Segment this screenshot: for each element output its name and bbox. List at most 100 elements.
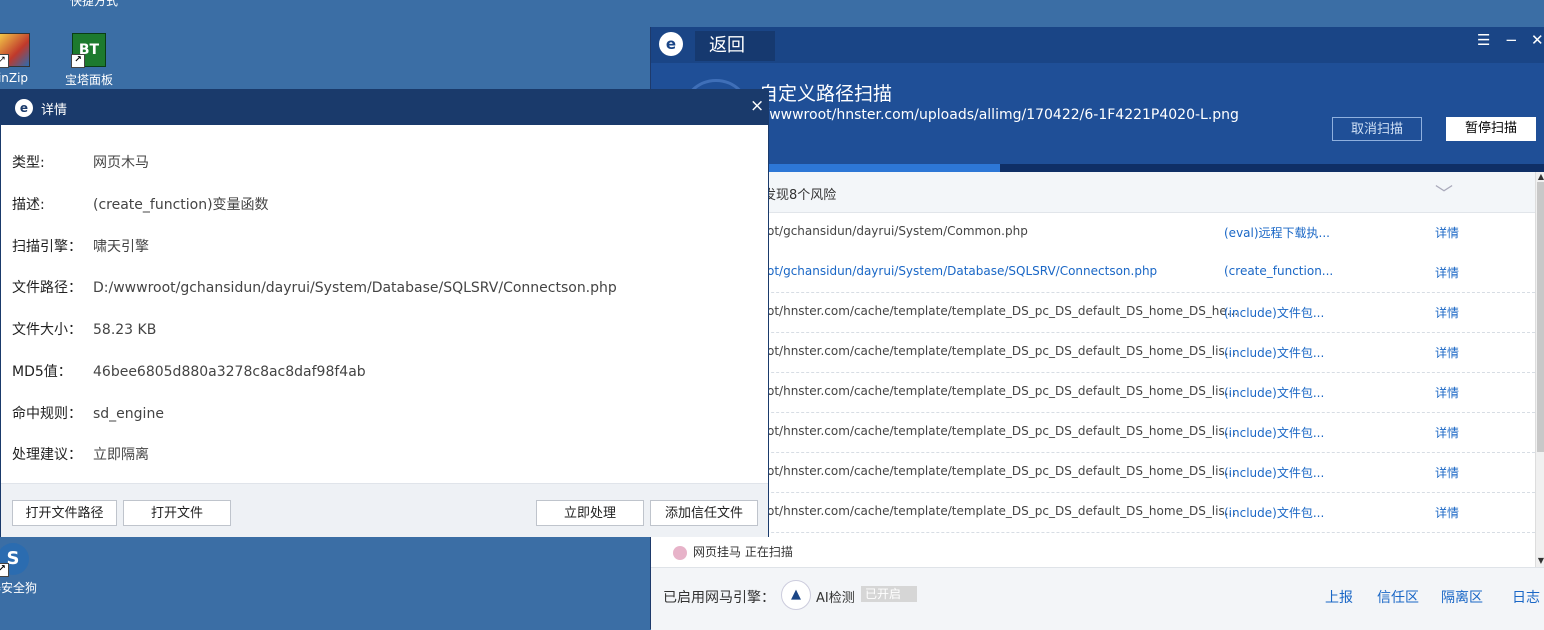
result-row[interactable]: ot/gchansidun/dayrui/System/Common.php (… (651, 212, 1535, 253)
ai-status-badge[interactable]: 已开启 (861, 586, 917, 602)
add-trust-file-button[interactable]: 添加信任文件 (650, 500, 758, 526)
result-type: (include)文件包... (1224, 426, 1325, 440)
menu-icon[interactable]: ☰ (1477, 31, 1490, 49)
field-value: 网页木马 (93, 155, 149, 171)
results-header[interactable]: 发现8个风险 ﹀ (651, 172, 1535, 213)
field-label: MD5值： (12, 364, 72, 380)
desktop-icon-winzip[interactable]: ↗ inZip (0, 33, 48, 85)
desktop-icon-label: inZip (0, 71, 29, 85)
winzip-icon: ↗ (0, 33, 30, 68)
field-label: 文件路径： (12, 280, 82, 296)
dialog-footer: 打开文件路径 打开文件 立即处理 添加信任文件 (1, 483, 768, 537)
ai-engine-icon: ▲ (781, 580, 811, 610)
result-row-selected[interactable]: ot/gchansidun/dayrui/System/Database/SQL… (651, 252, 1535, 293)
result-path: ot/hnster.com/cache/template/template_DS… (767, 424, 1237, 438)
app-logo-icon: e (15, 99, 33, 117)
desktop-icon-label: 器安全狗 (0, 581, 37, 595)
chevron-down-icon[interactable]: ﹀ (1435, 180, 1453, 206)
minimize-icon[interactable]: − (1505, 31, 1518, 49)
result-row[interactable]: ot/hnster.com/cache/template/template_DS… (651, 332, 1535, 373)
result-detail-link[interactable]: 详情 (1435, 344, 1459, 361)
scroll-up-icon[interactable]: ▲ (1536, 172, 1544, 182)
result-type: (eval)远程下载执... (1224, 226, 1330, 240)
result-row[interactable]: ot/hnster.com/cache/template/template_DS… (651, 492, 1535, 533)
scan-current-path: t/wwwroot/hnster.com/uploads/allimg/1704… (759, 107, 1239, 123)
cancel-scan-button[interactable]: 取消扫描 (1332, 117, 1422, 141)
result-type: (include)文件包... (1224, 386, 1325, 400)
result-type: (include)文件包... (1224, 466, 1325, 480)
field-label: 处理建议： (12, 447, 82, 463)
risk-count: 发现8个风险 (763, 188, 837, 203)
field-label: 文件大小： (12, 322, 82, 338)
field-label: 描述: (12, 197, 45, 213)
detail-dialog: e 详情 × 类型: 网页木马 描述: (create_function)变量函数 … (0, 89, 769, 537)
field-value: 立即隔离 (93, 447, 149, 463)
dialog-titlebar: e 详情 × (1, 90, 768, 125)
scan-status: 网页挂马 正在扫描 (673, 543, 793, 560)
result-row[interactable]: ot/hnster.com/cache/template/template_DS… (651, 372, 1535, 413)
result-row[interactable]: ot/hnster.com/cache/template/template_DS… (651, 452, 1535, 493)
handle-now-button[interactable]: 立即处理 (536, 500, 644, 526)
result-row[interactable]: ot/hnster.com/cache/template/template_DS… (651, 412, 1535, 453)
result-detail-link[interactable]: 详情 (1435, 424, 1459, 441)
quarantine-link[interactable]: 隔离区 (1441, 587, 1483, 607)
result-path: ot/hnster.com/cache/template/template_DS… (767, 304, 1239, 318)
engine-label: 已启用网马引擎： (663, 590, 775, 606)
result-detail-link[interactable]: 详情 (1435, 384, 1459, 401)
ai-detect-label: AI检测 (816, 591, 855, 606)
field-value: 46bee6805d880a3278c8ac8daf98f4ab (93, 364, 366, 380)
result-type: (include)文件包... (1224, 506, 1325, 520)
field-engine: 扫描引擎： 啸天引擎 (12, 236, 149, 256)
scanner-window: e 返回 ☰ − ✕ 自定义路径扫描 t/wwwroot/hnster.com/… (650, 27, 1544, 630)
app-logo-icon: e (659, 32, 683, 56)
scan-title: 自定义路径扫描 (759, 83, 893, 105)
results-list: 发现8个风险 ﹀ ot/gchansidun/dayrui/System/Com… (651, 172, 1535, 567)
result-path: ot/gchansidun/dayrui/System/Database/SQL… (767, 264, 1158, 278)
field-label: 命中规则： (12, 406, 82, 422)
result-type: (create_function... (1224, 264, 1334, 278)
close-icon[interactable]: × (750, 96, 764, 116)
result-detail-link[interactable]: 详情 (1435, 504, 1459, 521)
back-button[interactable]: 返回 (695, 31, 775, 61)
field-label: 类型: (12, 155, 45, 171)
desktop-icon-bt-panel[interactable]: BT ↗ 宝塔面板 (54, 33, 124, 88)
result-type: (include)文件包... (1224, 346, 1325, 360)
scrollbar-thumb[interactable] (1537, 182, 1544, 452)
desktop-icon-safedog[interactable]: S↗ 器安全狗 (0, 543, 48, 596)
field-suggestion: 处理建议： 立即隔离 (12, 444, 149, 464)
desktop-caption: 快捷方式 (70, 0, 119, 8)
log-link[interactable]: 日志 (1512, 587, 1540, 607)
field-rule: 命中规则： sd_engine (12, 403, 164, 423)
field-value: sd_engine (93, 406, 164, 422)
result-detail-link[interactable]: 详情 (1435, 224, 1459, 241)
field-value: (create_function)变量函数 (93, 197, 269, 213)
results-scrollbar[interactable]: ▲ ▼ (1535, 172, 1544, 567)
shortcut-arrow-icon: ↗ (0, 54, 9, 68)
shortcut-arrow-icon: ↗ (71, 54, 85, 68)
result-type: (include)文件包... (1224, 306, 1325, 320)
scanner-header: e 返回 ☰ − ✕ 自定义路径扫描 t/wwwroot/hnster.com/… (651, 27, 1544, 164)
pause-scan-button[interactable]: 暂停扫描 (1446, 117, 1536, 141)
field-value: 58.23 KB (93, 322, 157, 338)
field-file-size: 文件大小： 58.23 KB (12, 319, 156, 339)
close-icon[interactable]: ✕ (1531, 31, 1544, 49)
result-detail-link[interactable]: 详情 (1435, 304, 1459, 321)
open-file-button[interactable]: 打开文件 (123, 500, 231, 526)
bt-panel-icon: BT ↗ (71, 33, 106, 68)
result-detail-link[interactable]: 详情 (1435, 264, 1459, 281)
field-label: 扫描引擎： (12, 239, 82, 255)
field-type: 类型: 网页木马 (12, 152, 149, 172)
scan-status-text: 网页挂马 正在扫描 (693, 545, 793, 559)
field-file-path: 文件路径： D:/wwwroot/gchansidun/dayrui/System… (12, 277, 617, 297)
result-detail-link[interactable]: 详情 (1435, 464, 1459, 481)
field-value: D:/wwwroot/gchansidun/dayrui/System/Data… (93, 280, 617, 296)
desktop-icon-label: 宝塔面板 (64, 73, 113, 87)
field-value: 啸天引擎 (93, 239, 149, 255)
open-file-path-button[interactable]: 打开文件路径 (12, 500, 117, 526)
trust-zone-link[interactable]: 信任区 (1377, 587, 1419, 607)
scroll-down-icon[interactable]: ▼ (1536, 556, 1544, 566)
scanner-footer: 已启用网马引擎： ▲ AI检测 已开启 上报 信任区 隔离区 日志 (651, 567, 1544, 630)
report-link[interactable]: 上报 (1325, 587, 1353, 607)
result-row[interactable]: ot/hnster.com/cache/template/template_DS… (651, 292, 1535, 333)
safedog-icon: S ↗ (0, 543, 29, 577)
